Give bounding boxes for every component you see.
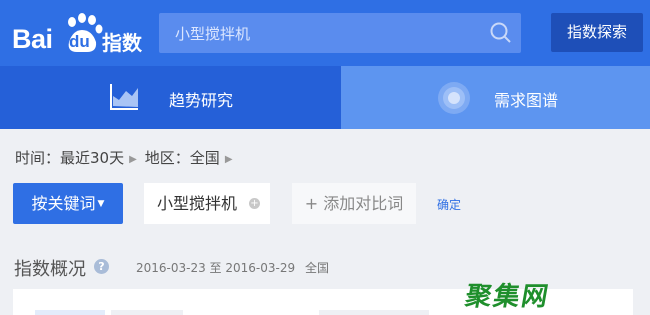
search-icon[interactable] xyxy=(489,21,513,45)
demand-graph-icon xyxy=(438,82,470,114)
tab-trend-label: 趋势研究 xyxy=(169,91,234,110)
confirm-link[interactable]: 确定 xyxy=(437,196,461,213)
logo-text-zhishu: 指数 xyxy=(102,31,142,55)
logo-text-du: du xyxy=(69,32,90,51)
keyword-chip[interactable]: 小型搅拌机 + xyxy=(144,183,270,224)
panel-strip xyxy=(319,310,429,315)
overview-title: 指数概况 xyxy=(14,259,86,280)
region-filter[interactable]: 地区：全国 xyxy=(145,149,220,167)
keyword-dropdown-button[interactable]: 按关键词 ▼ xyxy=(13,183,123,224)
help-icon[interactable]: ? xyxy=(94,259,109,274)
keyword-chip-label: 小型搅拌机 xyxy=(157,194,238,213)
keyword-button-label: 按关键词 xyxy=(31,194,96,213)
watermark: 聚集网 xyxy=(462,282,553,312)
logo-text-bai: Bai xyxy=(12,24,53,54)
search-box[interactable] xyxy=(159,13,521,53)
tab-demand-graph[interactable]: 需求图谱 xyxy=(341,66,650,129)
chevron-right-icon: ▶ xyxy=(129,154,137,165)
index-explore-button[interactable]: 指数探索 xyxy=(551,13,643,52)
trend-chart-icon xyxy=(110,84,138,110)
tab-demand-label: 需求图谱 xyxy=(494,91,559,110)
caret-down-icon: ▼ xyxy=(97,199,105,209)
search-input[interactable] xyxy=(159,13,479,53)
panel-tab-strip[interactable] xyxy=(35,310,105,315)
time-filter[interactable]: 时间：最近30天 xyxy=(15,149,124,167)
chip-add-icon[interactable]: + xyxy=(249,198,260,209)
panel-tab-strip[interactable] xyxy=(111,310,183,315)
tab-bar: 趋势研究 需求图谱 xyxy=(0,66,650,129)
add-compare-input[interactable]: + 添加对比词 xyxy=(292,183,416,224)
overview-region: 全国 xyxy=(305,261,330,275)
top-bar: Bai du 指数 指数探索 xyxy=(0,0,650,66)
chevron-right-icon: ▶ xyxy=(224,154,233,165)
overview-date-range: 2016-03-23 至 2016-03-29 xyxy=(136,261,296,275)
filter-breadcrumb: 时间：最近30天 ▶ 地区：全国 ▶ xyxy=(15,147,241,168)
tab-trend-research[interactable]: 趋势研究 xyxy=(0,66,341,129)
baidu-index-logo[interactable]: Bai du 指数 xyxy=(12,10,142,58)
